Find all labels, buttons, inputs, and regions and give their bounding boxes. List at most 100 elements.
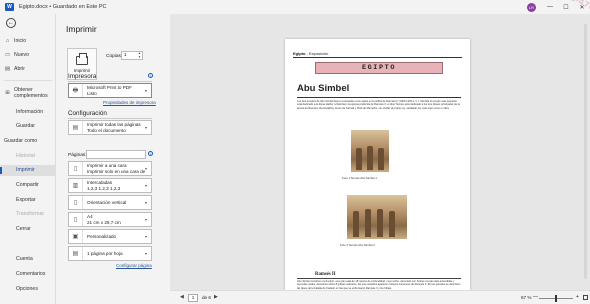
orientation-value: Orientación vertical xyxy=(87,199,127,205)
print-button-label: Imprimir xyxy=(73,67,91,73)
zoom-level: 67 % xyxy=(521,295,532,300)
new-document-icon: ▭ xyxy=(4,52,11,58)
page-header: Egipto - Exposición xyxy=(293,51,328,56)
paper-line2: 21 cm x 29,7 cm xyxy=(87,219,121,225)
copies-input[interactable]: 1 ▲ ▼ xyxy=(121,51,143,60)
nav-cuenta[interactable]: Cuenta xyxy=(0,254,56,265)
caption-1: Foto 1 Templo Abu Simbel 1 xyxy=(342,176,377,180)
nav-obtener-complementos[interactable]: ⊞ Obtener complementos xyxy=(0,85,56,100)
pages-scope-line1: Imprimir todas las páginas xyxy=(87,121,141,127)
info-icon[interactable]: i xyxy=(148,151,153,156)
nav-guardar-como[interactable]: Guardar como xyxy=(0,136,56,147)
chevron-down-icon: ▾ xyxy=(145,234,148,239)
fit-page-icon[interactable] xyxy=(583,295,588,300)
nav-guardar[interactable]: Guardar xyxy=(0,121,56,132)
page-setup-link[interactable]: Configurar página xyxy=(116,263,152,268)
nav-imprimir[interactable]: Imprimir xyxy=(0,165,56,176)
sides-dropdown[interactable]: ▯ Imprimir a una cara Imprimir solo en u… xyxy=(68,161,152,176)
nav-nuevo[interactable]: ▭ Nuevo xyxy=(0,50,56,61)
previous-page-icon[interactable]: ◀ xyxy=(180,294,184,300)
nav-label: Exportar xyxy=(16,197,36,203)
current-page-input[interactable]: 1 xyxy=(188,294,198,302)
statue-shape xyxy=(389,211,395,237)
sides-line2: Imprimir solo en una cara de... xyxy=(87,168,145,174)
orientation-dropdown[interactable]: ▯ Orientación vertical ▾ xyxy=(68,195,152,210)
paper-icon: ▯ xyxy=(69,213,83,226)
back-arrow-icon[interactable]: ← xyxy=(6,18,16,28)
nav-cerrar[interactable]: Cerrar xyxy=(0,224,56,235)
chevron-down-icon: ▾ xyxy=(145,200,148,205)
preview-status-bar: ◀ 1 de 6 ▶ 67 % — + xyxy=(170,290,590,304)
printer-section-title: Impresora xyxy=(68,73,97,80)
nav-label: Imprimir xyxy=(16,167,35,173)
nav-informacion[interactable]: Información xyxy=(0,107,56,118)
info-icon[interactable]: i xyxy=(148,73,153,78)
photo-temple-1 xyxy=(351,130,389,172)
nav-label: Comentarios xyxy=(16,271,46,277)
header-rest: - Exposición xyxy=(305,51,329,56)
pages-input[interactable] xyxy=(86,150,146,159)
maximize-button[interactable]: ☐ xyxy=(558,4,574,11)
paper-size-dropdown[interactable]: ▯ A4 21 cm x 29,7 cm ▾ xyxy=(68,212,152,227)
pages-per-sheet-dropdown[interactable]: ▤ 1 página por hoja ▾ xyxy=(68,246,152,261)
word-icon: W xyxy=(5,3,14,11)
nav-label: Inicio xyxy=(14,38,27,44)
printer-icon: 🖶 xyxy=(69,84,83,97)
printer-properties-link[interactable]: Propiedades de impresora xyxy=(103,100,156,105)
pages-per-sheet-value: 1 página por hoja xyxy=(87,250,123,256)
margins-dropdown[interactable]: ▣ Personalizado ▾ xyxy=(68,229,152,244)
backstage-nav: ← ⌂ Inicio ▭ Nuevo ▤ Abrir ⊞ Obtener com… xyxy=(0,14,56,304)
chevron-down-icon: ▾ xyxy=(145,217,148,222)
page-title: Imprimir xyxy=(66,24,97,34)
pages-scope-line2: Todo el documento xyxy=(87,127,126,133)
statue-shape xyxy=(377,209,383,237)
add-ins-icon: ⊞ xyxy=(5,89,10,96)
portrait-icon: ▯ xyxy=(69,196,83,209)
home-icon: ⌂ xyxy=(5,38,10,44)
nav-label: Historial xyxy=(16,153,35,159)
paragraph-2: Abu Simbel contiene el principio, una gr… xyxy=(297,280,461,290)
next-page-icon[interactable]: ▶ xyxy=(214,294,218,300)
zoom-out-icon[interactable]: — xyxy=(533,294,538,300)
nav-compartir[interactable]: Compartir xyxy=(0,180,56,191)
statue-shape xyxy=(365,209,371,237)
nav-opciones[interactable]: Opciones xyxy=(0,284,56,295)
heading-ramses: Ramsés II xyxy=(315,272,336,277)
nav-abrir[interactable]: ▤ Abrir xyxy=(0,64,56,75)
chevron-down-icon: ▾ xyxy=(145,251,148,256)
nav-label: Compartir xyxy=(16,182,39,188)
printer-dropdown[interactable]: 🖶 Microsoft Print to PDF Listo ▾ xyxy=(68,83,152,98)
pages-per-sheet-icon: ▤ xyxy=(69,247,83,260)
copies-label: Copias: xyxy=(106,54,123,59)
nav-comentarios[interactable]: Comentarios xyxy=(0,269,56,280)
heading-abu-simbel: Abu Simbel xyxy=(297,83,350,94)
header-rule xyxy=(293,57,462,58)
preview-page: Egipto - Exposición EGIPTO Abu Simbel Lo… xyxy=(285,39,470,290)
copies-value: 1 xyxy=(124,53,127,58)
statue-shape xyxy=(367,146,373,170)
nav-label: Cerrar xyxy=(16,226,31,232)
print-preview: Egipto - Exposición EGIPTO Abu Simbel Lo… xyxy=(170,14,590,290)
heading-rule xyxy=(297,278,461,279)
preview-scrollbar[interactable] xyxy=(584,24,587,279)
nav-label: Opciones xyxy=(16,286,38,292)
collate-dropdown[interactable]: ▥ Intercaladas 1,2,3 1,2,3 1,2,3 ▾ xyxy=(68,178,152,193)
nav-transformar: Transformar xyxy=(0,209,56,220)
collate-icon: ▥ xyxy=(69,179,83,192)
copies-stepper-icon[interactable]: ▲ ▼ xyxy=(138,51,141,59)
nav-label: Información xyxy=(16,109,44,115)
nav-exportar[interactable]: Exportar xyxy=(0,195,56,206)
pages-icon: ▤ xyxy=(69,121,83,134)
zoom-slider-thumb[interactable] xyxy=(555,295,557,302)
window-title: Egipto.docx • Guardado en Este PC xyxy=(19,4,107,10)
avatar[interactable]: LR xyxy=(527,2,536,12)
minimize-button[interactable]: — xyxy=(542,4,558,10)
zoom-in-icon[interactable]: + xyxy=(576,294,579,300)
chevron-down-icon: ▾ xyxy=(145,183,148,188)
nav-label: Guardar como xyxy=(4,138,38,144)
nav-inicio[interactable]: ⌂ Inicio xyxy=(0,36,56,47)
pages-scope-dropdown[interactable]: ▤ Imprimir todas las páginas Todo el doc… xyxy=(68,120,152,135)
nav-label: Guardar xyxy=(16,123,36,129)
pages-label: Páginas: xyxy=(68,153,87,158)
nav-label: Cuenta xyxy=(16,256,33,262)
